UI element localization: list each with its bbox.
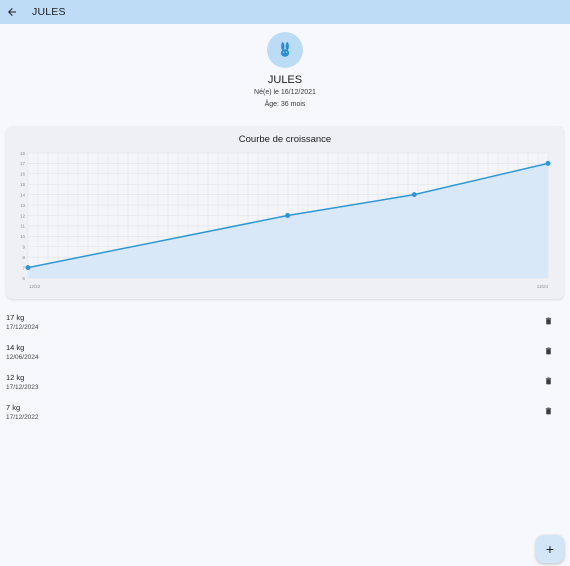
y-tick-label: 6 [22,276,25,281]
weight-value: 12 kg [6,373,25,382]
child-name: JULES [267,74,303,86]
data-point [25,265,31,271]
y-tick-label: 15 [20,182,26,187]
weight-date: 17/12/2024 [6,324,39,331]
page-title: JULES [32,6,66,18]
age: Âge: 36 mois [264,101,306,108]
y-tick-label: 7 [22,265,25,270]
weight-entry: 12 kg 17/12/2023 [0,368,570,398]
y-tick-label: 10 [20,234,26,239]
growth-chart-card: Courbe de croissance 6 7 8 9 10 11 12 13 14 15 16 1… [6,126,564,299]
avatar [267,32,303,68]
app-bar: JULES [0,0,570,24]
trash-icon [545,347,551,355]
weight-list: 17 kg 17/12/2024 14 kg 12/06/2024 12 kg 17/12… [0,308,570,428]
y-tick-label: 8 [22,255,25,260]
y-tick-label: 13 [20,203,26,208]
y-tick-label: 14 [20,192,26,197]
delete-button[interactable] [541,314,555,328]
x-tick-label: 12/24 [537,284,549,289]
weight-value: 17 kg [6,313,25,322]
growth-chart: 6 7 8 9 10 11 12 13 14 15 16 17 18 12/22 12/24 [20,151,551,289]
weight-date: 17/12/2022 [6,414,39,421]
delete-button[interactable] [541,344,555,358]
bunny-icon [280,42,290,57]
birth-date: Né(e) le 16/12/2021 [254,89,316,96]
delete-button[interactable] [541,374,555,388]
data-point [411,192,417,198]
trash-icon [545,407,551,415]
weight-entry: 17 kg 17/12/2024 [0,308,570,338]
weight-date: 17/12/2023 [6,384,39,391]
data-point [545,160,551,166]
y-tick-label: 16 [20,172,26,177]
y-tick-label: 18 [20,151,26,156]
trash-icon [545,377,551,385]
weight-date: 12/06/2024 [6,354,39,361]
weight-value: 7 kg [6,403,21,412]
plus-icon: + [545,541,555,557]
weight-entry: 14 kg 12/06/2024 [0,338,570,368]
data-point [285,213,291,218]
y-tick-label: 17 [20,161,26,166]
y-tick-label: 11 [20,224,25,229]
y-tick-label: 9 [22,245,25,250]
weight-value: 14 kg [6,343,25,352]
trash-icon [545,317,551,325]
y-tick-label: 12 [20,213,26,218]
weight-entry: 7 kg 17/12/2022 [0,398,570,428]
arrow-back-icon[interactable] [0,0,24,24]
child-profile: JULES Né(e) le 16/12/2021 Âge: 36 mois [0,32,570,110]
delete-button[interactable] [541,404,555,418]
x-tick-label: 12/22 [29,284,41,289]
add-weight-button[interactable]: + [536,535,564,563]
